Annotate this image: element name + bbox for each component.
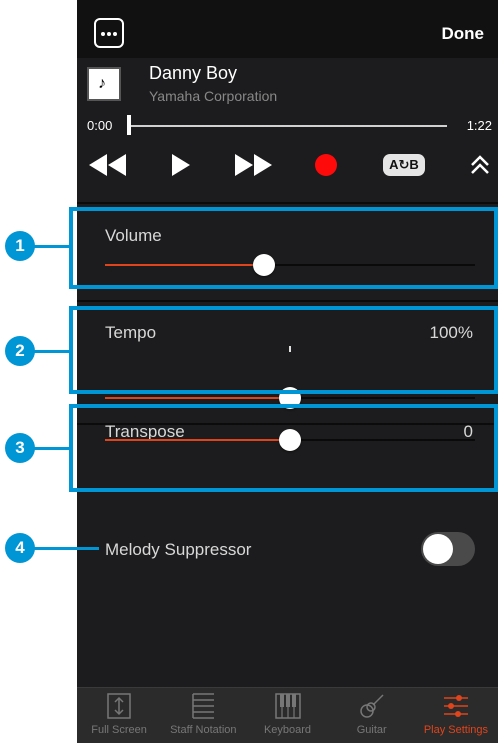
tab-label: Staff Notation <box>170 724 237 736</box>
tab-keyboard[interactable]: Keyboard <box>245 688 329 743</box>
rewind-button[interactable] <box>87 150 127 180</box>
tab-full-screen[interactable]: Full Screen <box>77 688 161 743</box>
guitar-icon <box>358 688 386 724</box>
callout-badge: 4 <box>5 533 35 563</box>
callout-box-tempo <box>69 306 498 394</box>
divider <box>77 202 498 204</box>
song-artwork: ♪ <box>87 67 121 101</box>
callout-badge: 1 <box>5 231 35 261</box>
top-bar: Done <box>77 0 498 58</box>
music-note-icon: ♪ <box>98 75 106 92</box>
dot-icon <box>101 32 105 36</box>
callout-badge: 3 <box>5 433 35 463</box>
play-icon <box>172 154 190 176</box>
ab-repeat-button[interactable]: A↻B <box>377 150 431 180</box>
full-screen-icon <box>106 688 132 724</box>
sliders-icon <box>442 688 470 724</box>
more-menu-button[interactable] <box>94 18 124 48</box>
keyboard-icon <box>274 688 302 724</box>
tab-label: Full Screen <box>91 724 147 736</box>
callout-badge: 2 <box>5 336 35 366</box>
total-time: 1:22 <box>466 118 492 133</box>
melody-suppressor-label: Melody Suppressor <box>105 540 252 559</box>
dot-icon <box>107 32 111 36</box>
tab-play-settings[interactable]: Play Settings <box>414 688 498 743</box>
toggle-knob <box>423 534 453 564</box>
tab-label: Guitar <box>356 724 387 736</box>
seek-handle[interactable] <box>127 115 131 135</box>
elapsed-time: 0:00 <box>87 118 113 133</box>
rewind-icon <box>89 154 126 176</box>
staff-notation-icon <box>190 688 216 724</box>
callout-leader <box>34 547 99 550</box>
song-title: Danny Boy <box>149 63 238 83</box>
seek-bar[interactable] <box>129 125 447 127</box>
chevron-up-double-icon <box>471 155 489 174</box>
collapse-button[interactable] <box>469 150 491 180</box>
callout-box-volume <box>69 207 498 289</box>
ab-repeat-label: A↻B <box>383 154 425 176</box>
fast-forward-icon <box>235 154 272 176</box>
play-button[interactable] <box>169 150 193 180</box>
tab-staff-notation[interactable]: Staff Notation <box>161 688 245 743</box>
done-button[interactable]: Done <box>442 24 485 44</box>
record-icon <box>315 154 337 176</box>
song-artist: Yamaha Corporation <box>149 88 278 104</box>
record-button[interactable] <box>311 150 341 180</box>
bottom-tab-bar: Full Screen Staff Notation Keyboard Guit… <box>77 687 498 743</box>
callout-leader <box>34 350 71 353</box>
tab-label: Play Settings <box>423 724 489 736</box>
callout-leader <box>34 245 71 248</box>
callout-leader <box>34 447 71 450</box>
tab-label: Keyboard <box>263 724 312 736</box>
callout-box-transpose <box>69 404 498 492</box>
melody-suppressor-toggle[interactable] <box>421 532 475 566</box>
slider-fill <box>105 397 290 399</box>
divider <box>77 300 498 302</box>
fast-forward-button[interactable] <box>234 150 274 180</box>
dot-icon <box>113 32 117 36</box>
tab-guitar[interactable]: Guitar <box>330 688 414 743</box>
